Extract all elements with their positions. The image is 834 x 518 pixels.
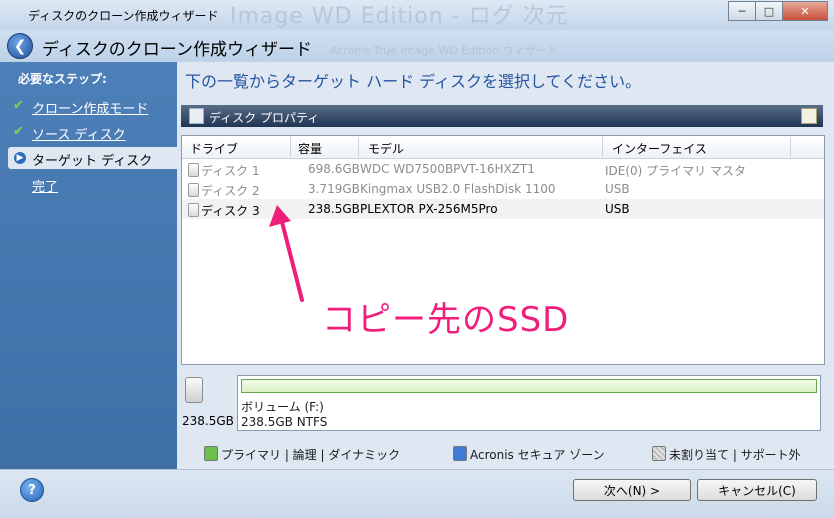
steps-sidebar: 必要なステップ: ✔ クローン作成モード ✔ ソース ディスク ▶ ターゲット … xyxy=(0,62,177,469)
cell-capacity: 698.6GB xyxy=(308,162,360,176)
disk-icon xyxy=(188,203,199,217)
volume-info: 238.5GB NTFS xyxy=(241,415,328,429)
checkmark-icon: ✔ xyxy=(13,124,24,139)
edit-icon[interactable] xyxy=(801,108,817,124)
window-titlebar: ディスクのクローン作成ウィザード Image WD Edition - ログ 次… xyxy=(0,0,834,30)
annotation-label: コピー先のSSD xyxy=(322,300,570,340)
legend-swatch xyxy=(204,446,218,461)
close-button[interactable]: ✕ xyxy=(782,1,828,21)
back-arrow-icon[interactable]: ❮ xyxy=(7,33,33,59)
cell-model: PLEXTOR PX-256M5Pro xyxy=(360,202,498,216)
cell-model: WDC WD7500BPVT-16HXZT1 xyxy=(360,162,535,176)
column-header-model[interactable]: モデル xyxy=(368,140,404,157)
help-icon[interactable]: ? xyxy=(20,478,44,502)
current-step-arrow-icon: ▶ xyxy=(14,152,26,164)
instruction-text: 下の一覧からターゲット ハード ディスクを選択してください。 xyxy=(185,72,642,91)
cell-drive: ディスク 1 xyxy=(201,164,260,178)
column-header-interface[interactable]: インターフェイス xyxy=(612,140,707,157)
legend-swatch xyxy=(652,446,666,461)
step-finish[interactable]: 完了 xyxy=(0,173,177,195)
window-title: ディスクのクローン作成ウィザード xyxy=(28,9,219,23)
table-row[interactable]: ディスク 1 698.6GB WDC WD7500BPVT-16HXZT1 ID… xyxy=(182,159,824,179)
step-source-disk[interactable]: ✔ ソース ディスク xyxy=(0,121,177,143)
column-divider[interactable] xyxy=(358,137,359,157)
main-panel: 下の一覧からターゲット ハード ディスクを選択してください。 ディスク プロパテ… xyxy=(177,62,834,469)
disk-size-label: 238.5GB xyxy=(182,414,234,428)
legend-label: プライマリ | 論理 | ダイナミック xyxy=(221,448,401,462)
table-header: ドライブ 容量 モデル インターフェイス xyxy=(182,136,824,159)
window-title-ghost: Image WD Edition - ログ 次元 xyxy=(230,4,569,29)
legend-swatch xyxy=(453,446,467,461)
column-divider[interactable] xyxy=(290,137,291,157)
table-row[interactable]: ディスク 2 3.719GB Kingmax USB2.0 FlashDisk … xyxy=(182,179,824,199)
legend-label: Acronis セキュア ゾーン xyxy=(470,448,605,462)
cell-interface: IDE(0) プライマリ マスタ xyxy=(605,164,746,178)
cell-capacity: 3.719GB xyxy=(308,182,360,196)
checkmark-icon: ✔ xyxy=(13,98,24,113)
wizard-header: ❮ ディスクのクローン作成ウィザード Acronis True Image WD… xyxy=(0,30,834,62)
next-button[interactable]: 次へ(N) > xyxy=(573,479,691,501)
step-clone-mode[interactable]: ✔ クローン作成モード xyxy=(0,95,177,117)
column-divider[interactable] xyxy=(790,137,791,157)
cell-drive: ディスク 3 xyxy=(201,204,260,218)
cell-drive: ディスク 2 xyxy=(201,184,260,198)
step-label: クローン作成モード xyxy=(32,102,149,117)
table-row[interactable]: ディスク 3 238.5GB PLEXTOR PX-256M5Pro USB xyxy=(182,199,824,219)
disk-properties-bar[interactable]: ディスク プロパティ xyxy=(181,105,823,127)
legend-label: 未割り当て | サポート外 xyxy=(669,448,801,462)
wizard-title: ディスクのクローン作成ウィザード xyxy=(42,40,312,60)
minimize-button[interactable]: ─ xyxy=(728,1,756,21)
wizard-title-ghost: Acronis True Image WD Edition ウィザード xyxy=(330,44,558,57)
volume-map: 238.5GB ボリューム (F:) 238.5GB NTFS xyxy=(177,371,827,431)
cell-interface: USB xyxy=(605,182,630,196)
disk-icon xyxy=(185,377,203,403)
step-label: 完了 xyxy=(32,180,59,195)
disk-properties-icon xyxy=(189,108,204,124)
step-label: ソース ディスク xyxy=(32,128,126,143)
column-header-capacity[interactable]: 容量 xyxy=(298,140,322,157)
cancel-button[interactable]: キャンセル(C) xyxy=(697,479,817,501)
column-divider[interactable] xyxy=(602,137,603,157)
disk-icon xyxy=(188,163,199,177)
cell-capacity: 238.5GB xyxy=(308,202,360,216)
disk-properties-label: ディスク プロパティ xyxy=(209,111,320,125)
step-target-disk[interactable]: ▶ ターゲット ディスク xyxy=(8,147,177,169)
steps-heading: 必要なステップ: xyxy=(18,72,107,86)
window-controls: ─ □ ✕ xyxy=(728,1,828,21)
step-label: ターゲット ディスク xyxy=(32,154,153,169)
maximize-button[interactable]: □ xyxy=(755,1,783,21)
disk-icon xyxy=(188,183,199,197)
column-header-drive[interactable]: ドライブ xyxy=(190,140,238,157)
partition-usage-bar xyxy=(241,379,817,393)
volume-name: ボリューム (F:) xyxy=(241,400,324,414)
wizard-footer: ? 次へ(N) > キャンセル(C) xyxy=(0,469,834,518)
cell-interface: USB xyxy=(605,202,630,216)
cell-model: Kingmax USB2.0 FlashDisk 1100 xyxy=(360,182,556,196)
partition-block[interactable]: ボリューム (F:) 238.5GB NTFS xyxy=(237,375,821,431)
